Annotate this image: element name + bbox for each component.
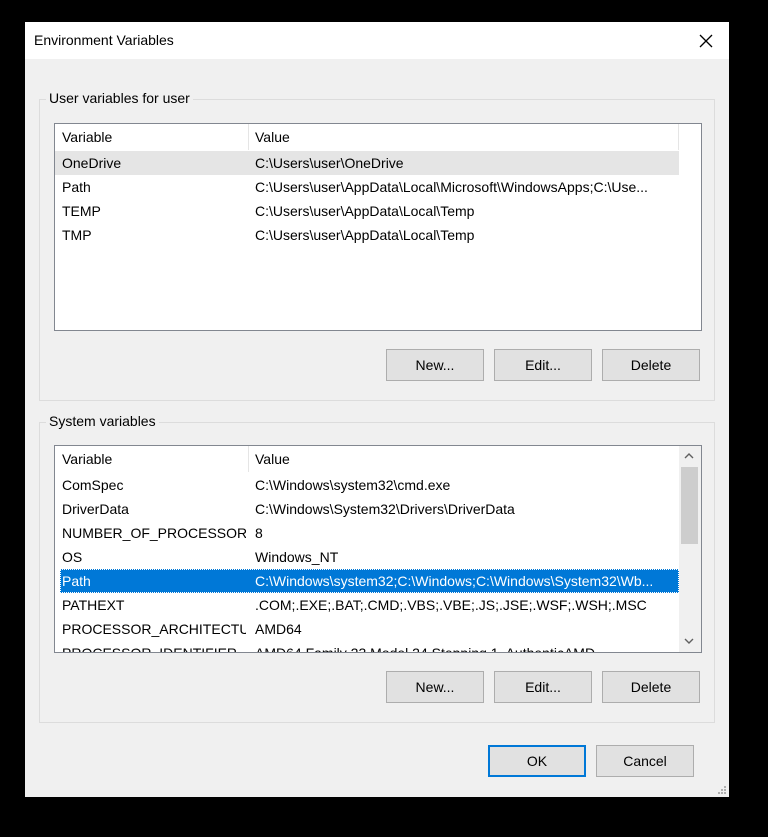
user-delete-button[interactable]: Delete — [602, 349, 700, 381]
variable-value: C:\Windows\system32;C:\Windows;C:\Window… — [255, 573, 654, 589]
user-variables-label: User variables for user — [46, 90, 193, 106]
scroll-up-button[interactable] — [679, 446, 699, 466]
user-edit-button[interactable]: Edit... — [494, 349, 592, 381]
cancel-button[interactable]: Cancel — [596, 745, 694, 777]
variable-name: TMP — [62, 227, 92, 243]
variable-name: OneDrive — [62, 155, 122, 171]
variable-name: PROCESSOR_ARCHITECTU... — [62, 621, 246, 637]
column-separator[interactable] — [678, 124, 679, 150]
variable-name: PATHEXT — [62, 597, 125, 613]
variable-name: DriverData — [62, 501, 129, 517]
variable-value: C:\Users\user\OneDrive — [255, 155, 404, 171]
column-header-value[interactable]: Value — [248, 446, 678, 472]
table-row[interactable]: ComSpec C:\Windows\system32\cmd.exe — [55, 473, 679, 497]
variable-value: .COM;.EXE;.BAT;.CMD;.VBS;.VBE;.JS;.JSE;.… — [255, 597, 647, 613]
table-row[interactable]: TMP C:\Users\user\AppData\Local\Temp — [55, 223, 679, 247]
system-new-button[interactable]: New... — [386, 671, 484, 703]
user-variables-list[interactable]: Variable Value OneDrive C:\Users\user\On… — [54, 123, 702, 331]
title-bar[interactable]: Environment Variables — [25, 22, 729, 59]
variable-value: Windows_NT — [255, 549, 339, 565]
variable-value: C:\Users\user\AppData\Local\Temp — [255, 227, 475, 243]
system-variables-list[interactable]: Variable Value ComSpec C:\Windows\system… — [54, 445, 702, 653]
list-header: Variable Value — [55, 446, 701, 472]
variable-value: 8 — [255, 525, 263, 541]
user-variables-group: User variables for user Variable Value O… — [39, 90, 715, 401]
resize-grip-icon[interactable] — [715, 783, 727, 795]
system-variables-label: System variables — [46, 413, 159, 429]
chevron-down-icon — [684, 638, 694, 644]
window-title: Environment Variables — [34, 32, 174, 48]
close-icon — [699, 34, 713, 47]
table-row[interactable]: Path C:\Users\user\AppData\Local\Microso… — [55, 175, 679, 199]
variable-name: Path — [62, 179, 91, 195]
system-variables-group: System variables Variable Value ComSpec … — [39, 413, 715, 723]
variable-value: C:\Users\user\AppData\Local\Microsoft\Wi… — [255, 179, 648, 195]
table-row[interactable]: NUMBER_OF_PROCESSORS 8 — [55, 521, 679, 545]
table-row[interactable]: PROCESSOR_ARCHITECTU... AMD64 — [55, 617, 679, 641]
variable-name: TEMP — [62, 203, 101, 219]
user-new-button[interactable]: New... — [386, 349, 484, 381]
table-row[interactable]: PROCESSOR_IDENTIFIER AMD64 Family 23 Mod… — [55, 641, 679, 653]
column-header-variable[interactable]: Variable — [55, 124, 248, 150]
scroll-thumb[interactable] — [681, 467, 698, 544]
table-row[interactable]: OneDrive C:\Users\user\OneDrive — [55, 151, 679, 175]
variable-name: ComSpec — [62, 477, 124, 493]
variable-name: NUMBER_OF_PROCESSORS — [62, 525, 246, 541]
system-delete-button[interactable]: Delete — [602, 671, 700, 703]
variable-value: C:\Windows\system32\cmd.exe — [255, 477, 451, 493]
chevron-up-icon — [684, 453, 694, 459]
column-header-value[interactable]: Value — [248, 124, 678, 150]
scroll-down-button[interactable] — [679, 631, 699, 651]
variable-value: AMD64 Family 23 Model 24 Stepping 1, Aut… — [255, 645, 596, 653]
table-row[interactable]: TEMP C:\Users\user\AppData\Local\Temp — [55, 199, 679, 223]
variable-value: AMD64 — [255, 621, 302, 637]
table-row[interactable]: DriverData C:\Windows\System32\Drivers\D… — [55, 497, 679, 521]
vertical-scrollbar[interactable] — [679, 446, 701, 652]
system-edit-button[interactable]: Edit... — [494, 671, 592, 703]
variable-name: OS — [62, 549, 83, 565]
table-row[interactable]: OS Windows_NT — [55, 545, 679, 569]
environment-variables-dialog: Environment Variables User variables for… — [25, 22, 729, 797]
variable-name: PROCESSOR_IDENTIFIER — [62, 645, 238, 653]
variable-value: C:\Users\user\AppData\Local\Temp — [255, 203, 475, 219]
ok-button[interactable]: OK — [488, 745, 586, 777]
table-row-selected[interactable]: Path C:\Windows\system32;C:\Windows;C:\W… — [60, 569, 679, 593]
variable-value: C:\Windows\System32\Drivers\DriverData — [255, 501, 515, 517]
variable-name: Path — [62, 573, 91, 589]
table-row[interactable]: PATHEXT .COM;.EXE;.BAT;.CMD;.VBS;.VBE;.J… — [55, 593, 679, 617]
column-header-variable[interactable]: Variable — [55, 446, 248, 472]
close-button[interactable] — [683, 22, 729, 59]
list-header: Variable Value — [55, 124, 701, 150]
